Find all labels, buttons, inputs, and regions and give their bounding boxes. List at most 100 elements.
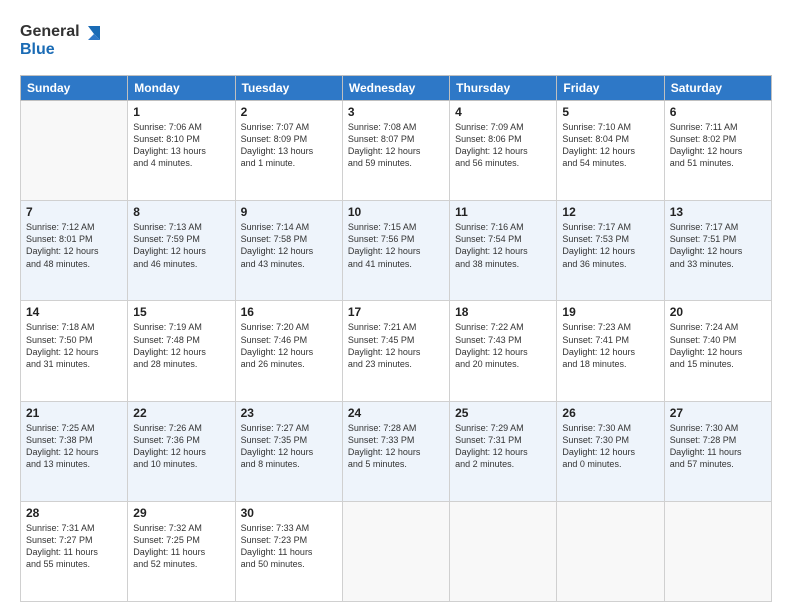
- day-cell: 6Sunrise: 7:11 AM Sunset: 8:02 PM Daylig…: [664, 101, 771, 201]
- day-info: Sunrise: 7:25 AM Sunset: 7:38 PM Dayligh…: [26, 422, 122, 471]
- day-info: Sunrise: 7:31 AM Sunset: 7:27 PM Dayligh…: [26, 522, 122, 571]
- week-row-1: 1 Sunrise: 7:06 AM Sunset: 8:10 PM Daylig…: [21, 101, 772, 201]
- day-number: 16: [241, 305, 337, 319]
- day-cell: 11 Sunrise: 7:16 AM Sunset: 7:54 PM Dayli…: [450, 201, 557, 301]
- week-row-2: 7 Sunrise: 7:12 AM Sunset: 8:01 PM Daylig…: [21, 201, 772, 301]
- day-info: Sunrise: 7:09 AM Sunset: 8:06 PM Dayligh…: [455, 121, 551, 170]
- day-cell: 21Sunrise: 7:25 AM Sunset: 7:38 PM Dayli…: [21, 401, 128, 501]
- header: General Blue: [20, 18, 772, 67]
- day-cell: 15 Sunrise: 7:19 AM Sunset: 7:48 PM Dayli…: [128, 301, 235, 401]
- day-number: 23: [241, 406, 337, 420]
- day-cell: 25 Sunrise: 7:29 AM Sunset: 7:31 PM Dayli…: [450, 401, 557, 501]
- day-number: 10: [348, 205, 444, 219]
- day-cell: 3 Sunrise: 7:08 AM Sunset: 8:07 PM Daylig…: [342, 101, 449, 201]
- day-number: 8: [133, 205, 229, 219]
- week-row-4: 21Sunrise: 7:25 AM Sunset: 7:38 PM Dayli…: [21, 401, 772, 501]
- logo-svg: General Blue: [20, 18, 110, 62]
- page: General Blue SundayMondayTuesdayWednesda…: [0, 0, 792, 612]
- weekday-thursday: Thursday: [450, 76, 557, 101]
- day-cell: 23 Sunrise: 7:27 AM Sunset: 7:35 PM Dayli…: [235, 401, 342, 501]
- day-number: 28: [26, 506, 122, 520]
- day-cell: 14Sunrise: 7:18 AM Sunset: 7:50 PM Dayli…: [21, 301, 128, 401]
- day-number: 6: [670, 105, 766, 119]
- day-number: 3: [348, 105, 444, 119]
- day-cell: 7 Sunrise: 7:12 AM Sunset: 8:01 PM Daylig…: [21, 201, 128, 301]
- day-number: 27: [670, 406, 766, 420]
- day-cell: 28 Sunrise: 7:31 AM Sunset: 7:27 PM Dayli…: [21, 501, 128, 601]
- day-number: 29: [133, 506, 229, 520]
- logo: General Blue: [20, 18, 110, 67]
- day-number: 25: [455, 406, 551, 420]
- day-info: Sunrise: 7:22 AM Sunset: 7:43 PM Dayligh…: [455, 321, 551, 370]
- day-info: Sunrise: 7:15 AM Sunset: 7:56 PM Dayligh…: [348, 221, 444, 270]
- day-info: Sunrise: 7:30 AM Sunset: 7:28 PM Dayligh…: [670, 422, 766, 471]
- day-info: Sunrise: 7:06 AM Sunset: 8:10 PM Dayligh…: [133, 121, 229, 170]
- day-cell: [557, 501, 664, 601]
- weekday-tuesday: Tuesday: [235, 76, 342, 101]
- day-cell: 20Sunrise: 7:24 AM Sunset: 7:40 PM Dayli…: [664, 301, 771, 401]
- day-cell: 5Sunrise: 7:10 AM Sunset: 8:04 PM Daylig…: [557, 101, 664, 201]
- day-info: Sunrise: 7:29 AM Sunset: 7:31 PM Dayligh…: [455, 422, 551, 471]
- day-info: Sunrise: 7:08 AM Sunset: 8:07 PM Dayligh…: [348, 121, 444, 170]
- weekday-sunday: Sunday: [21, 76, 128, 101]
- day-cell: 30 Sunrise: 7:33 AM Sunset: 7:23 PM Dayli…: [235, 501, 342, 601]
- day-info: Sunrise: 7:16 AM Sunset: 7:54 PM Dayligh…: [455, 221, 551, 270]
- day-cell: [450, 501, 557, 601]
- day-number: 26: [562, 406, 658, 420]
- day-number: 22: [133, 406, 229, 420]
- day-number: 11: [455, 205, 551, 219]
- weekday-wednesday: Wednesday: [342, 76, 449, 101]
- day-info: Sunrise: 7:10 AM Sunset: 8:04 PM Dayligh…: [562, 121, 658, 170]
- day-cell: 4Sunrise: 7:09 AM Sunset: 8:06 PM Daylig…: [450, 101, 557, 201]
- day-info: Sunrise: 7:20 AM Sunset: 7:46 PM Dayligh…: [241, 321, 337, 370]
- day-info: Sunrise: 7:23 AM Sunset: 7:41 PM Dayligh…: [562, 321, 658, 370]
- day-cell: 22 Sunrise: 7:26 AM Sunset: 7:36 PM Dayli…: [128, 401, 235, 501]
- day-number: 7: [26, 205, 122, 219]
- day-number: 20: [670, 305, 766, 319]
- day-info: Sunrise: 7:13 AM Sunset: 7:59 PM Dayligh…: [133, 221, 229, 270]
- day-cell: 2 Sunrise: 7:07 AM Sunset: 8:09 PM Daylig…: [235, 101, 342, 201]
- day-cell: 24Sunrise: 7:28 AM Sunset: 7:33 PM Dayli…: [342, 401, 449, 501]
- week-row-5: 28 Sunrise: 7:31 AM Sunset: 7:27 PM Dayli…: [21, 501, 772, 601]
- day-info: Sunrise: 7:17 AM Sunset: 7:51 PM Dayligh…: [670, 221, 766, 270]
- day-cell: 1 Sunrise: 7:06 AM Sunset: 8:10 PM Daylig…: [128, 101, 235, 201]
- day-info: Sunrise: 7:26 AM Sunset: 7:36 PM Dayligh…: [133, 422, 229, 471]
- weekday-friday: Friday: [557, 76, 664, 101]
- day-number: 9: [241, 205, 337, 219]
- day-cell: 17Sunrise: 7:21 AM Sunset: 7:45 PM Dayli…: [342, 301, 449, 401]
- day-cell: 10 Sunrise: 7:15 AM Sunset: 7:56 PM Dayli…: [342, 201, 449, 301]
- day-cell: 26 Sunrise: 7:30 AM Sunset: 7:30 PM Dayli…: [557, 401, 664, 501]
- day-number: 24: [348, 406, 444, 420]
- logo-text: General Blue: [20, 18, 110, 67]
- day-number: 18: [455, 305, 551, 319]
- day-number: 17: [348, 305, 444, 319]
- day-info: Sunrise: 7:12 AM Sunset: 8:01 PM Dayligh…: [26, 221, 122, 270]
- day-number: 30: [241, 506, 337, 520]
- calendar-body: 1 Sunrise: 7:06 AM Sunset: 8:10 PM Daylig…: [21, 101, 772, 602]
- day-cell: 16 Sunrise: 7:20 AM Sunset: 7:46 PM Dayli…: [235, 301, 342, 401]
- day-number: 19: [562, 305, 658, 319]
- day-cell: 18 Sunrise: 7:22 AM Sunset: 7:43 PM Dayli…: [450, 301, 557, 401]
- weekday-monday: Monday: [128, 76, 235, 101]
- day-info: Sunrise: 7:17 AM Sunset: 7:53 PM Dayligh…: [562, 221, 658, 270]
- calendar-table: SundayMondayTuesdayWednesdayThursdayFrid…: [20, 75, 772, 602]
- day-info: Sunrise: 7:30 AM Sunset: 7:30 PM Dayligh…: [562, 422, 658, 471]
- day-number: 13: [670, 205, 766, 219]
- day-number: 1: [133, 105, 229, 119]
- day-number: 2: [241, 105, 337, 119]
- day-info: Sunrise: 7:19 AM Sunset: 7:48 PM Dayligh…: [133, 321, 229, 370]
- day-cell: 27 Sunrise: 7:30 AM Sunset: 7:28 PM Dayli…: [664, 401, 771, 501]
- weekday-header-row: SundayMondayTuesdayWednesdayThursdayFrid…: [21, 76, 772, 101]
- day-cell: [342, 501, 449, 601]
- day-cell: 9Sunrise: 7:14 AM Sunset: 7:58 PM Daylig…: [235, 201, 342, 301]
- day-cell: 29Sunrise: 7:32 AM Sunset: 7:25 PM Dayli…: [128, 501, 235, 601]
- week-row-3: 14Sunrise: 7:18 AM Sunset: 7:50 PM Dayli…: [21, 301, 772, 401]
- svg-text:General: General: [20, 23, 80, 40]
- day-info: Sunrise: 7:27 AM Sunset: 7:35 PM Dayligh…: [241, 422, 337, 471]
- day-cell: [21, 101, 128, 201]
- day-info: Sunrise: 7:33 AM Sunset: 7:23 PM Dayligh…: [241, 522, 337, 571]
- day-number: 15: [133, 305, 229, 319]
- day-number: 12: [562, 205, 658, 219]
- day-info: Sunrise: 7:07 AM Sunset: 8:09 PM Dayligh…: [241, 121, 337, 170]
- day-info: Sunrise: 7:18 AM Sunset: 7:50 PM Dayligh…: [26, 321, 122, 370]
